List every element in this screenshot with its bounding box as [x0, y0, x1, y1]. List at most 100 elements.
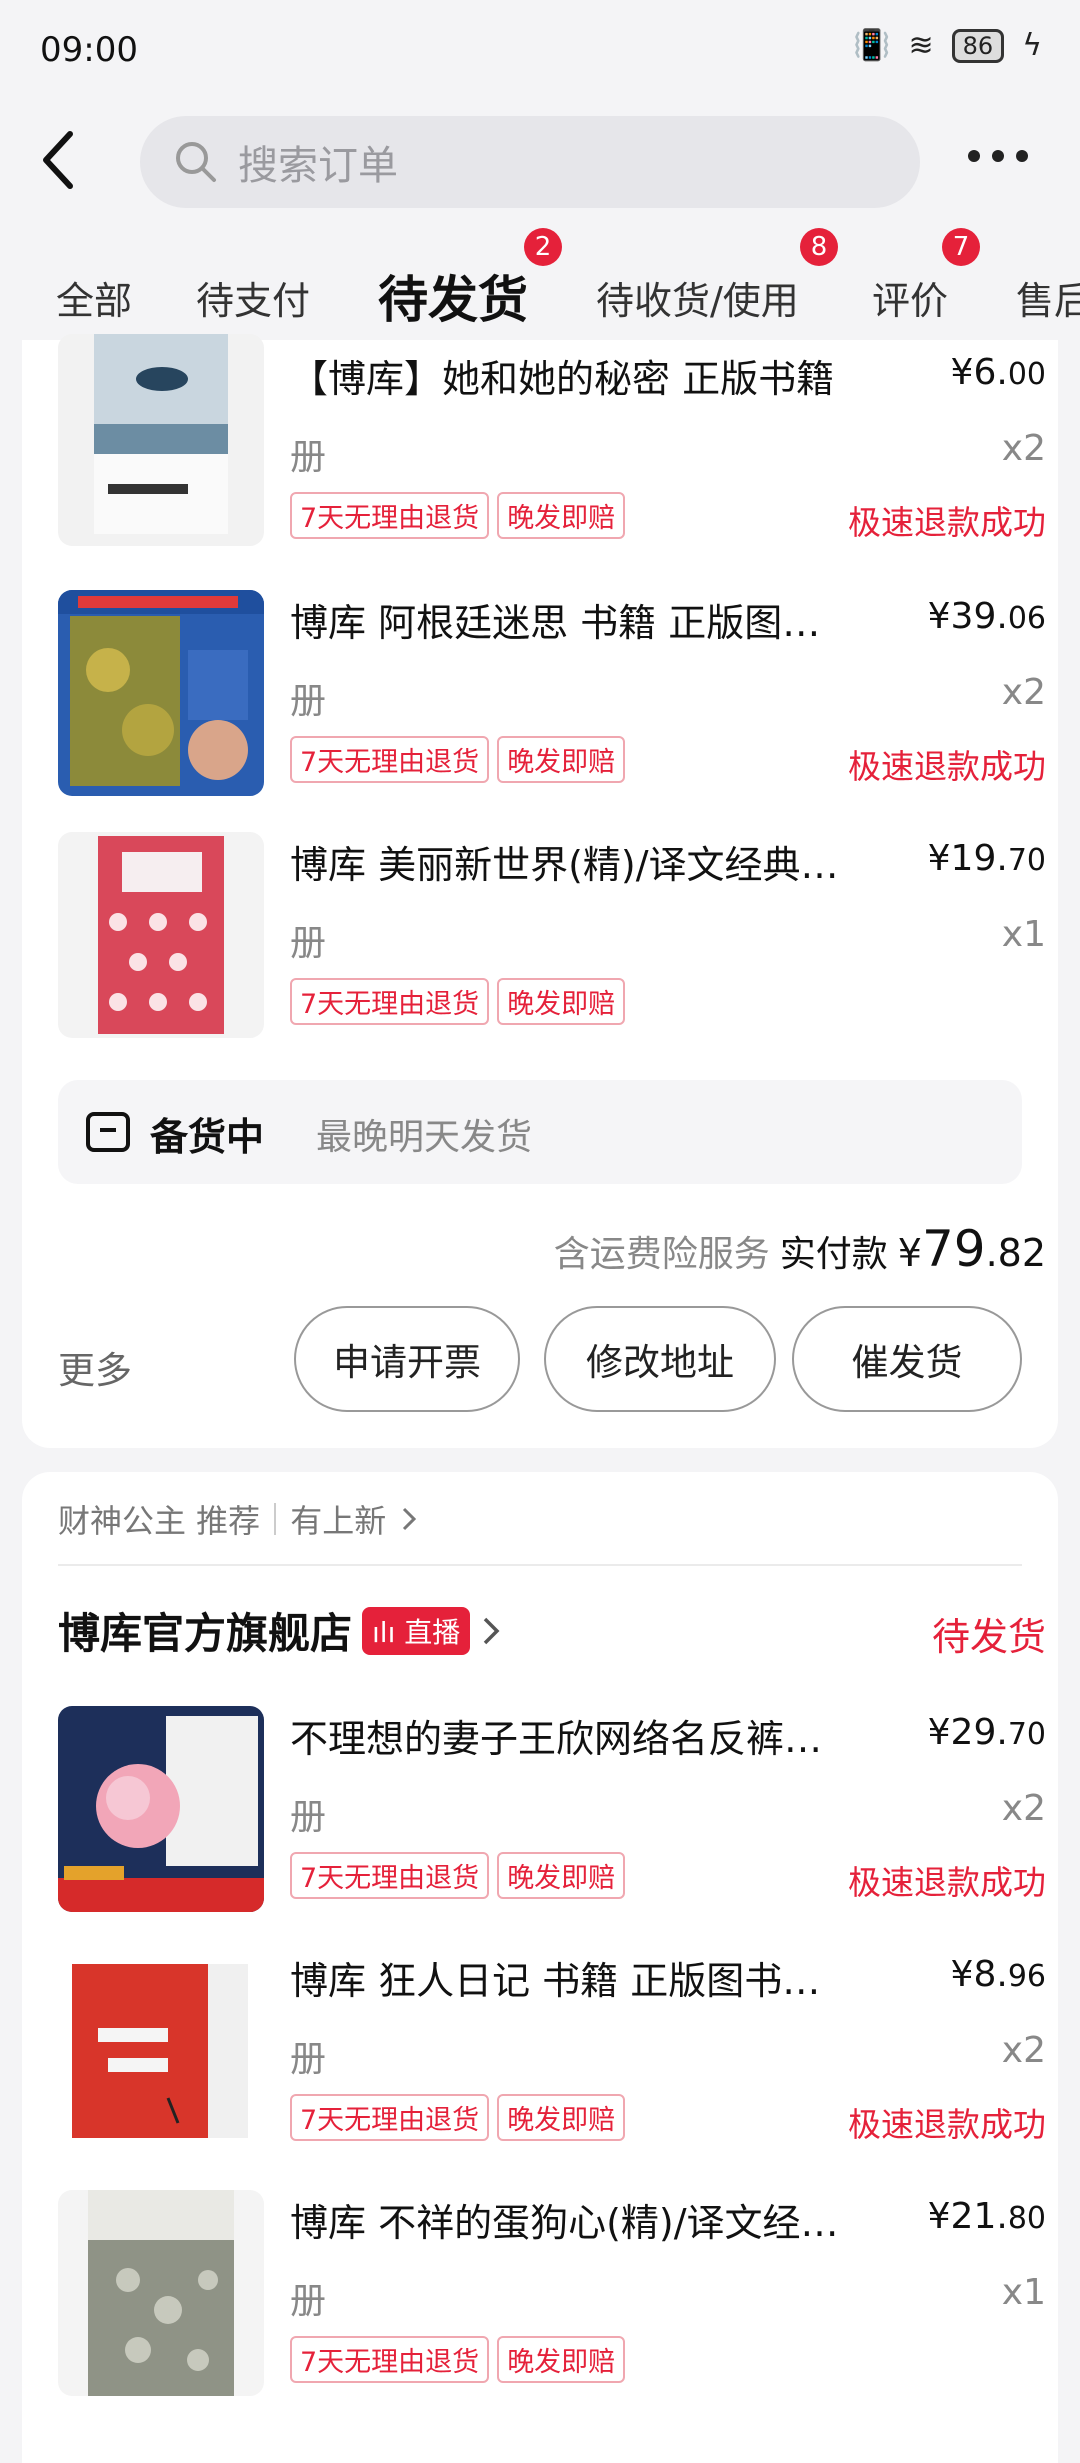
battery-icon: 86	[951, 28, 1005, 63]
recommender-label: 财神公主 推荐	[58, 1502, 261, 1540]
item-price: ¥39.06	[927, 596, 1046, 637]
separator	[274, 1503, 277, 1535]
item-title[interactable]: 博库 狂人日记 书籍 正版图书推…	[290, 1950, 850, 2005]
book-cover-image	[58, 832, 264, 1038]
item-title[interactable]: 博库 美丽新世界(精)/译文经典…	[290, 834, 850, 889]
package-icon	[86, 1112, 130, 1152]
search-icon	[176, 142, 216, 182]
order-item[interactable]: 博库 不祥的蛋狗心(精)/译文经… ¥21.80 册 x1 7天无理由退货 晚发…	[22, 2184, 1058, 2414]
return-policy-tag: 7天无理由退货	[290, 978, 490, 1025]
item-title[interactable]: 【博库】她和她的秘密 正版书籍	[290, 348, 850, 403]
item-quantity: x1	[1001, 914, 1046, 955]
book-cover-image	[58, 1706, 264, 1912]
order-item[interactable]: 不理想的妻子王欣网络名反裤… ¥29.70 册 x2 7天无理由退货 晚发即赔 …	[22, 1700, 1058, 1930]
late-compensation-tag: 晚发即赔	[497, 978, 626, 1025]
shop-header[interactable]: 博库官方旗舰店 ılı 直播	[58, 1600, 502, 1661]
book-cover-image	[58, 2190, 264, 2396]
new-arrivals-link[interactable]: 有上新	[290, 1496, 386, 1542]
book-cover-image	[58, 590, 264, 796]
shipping-status: 备货中	[150, 1115, 265, 1159]
book-cover-image	[58, 334, 264, 546]
shop-name[interactable]: 博库官方旗舰店	[58, 1600, 352, 1661]
item-title[interactable]: 博库 阿根廷迷思 书籍 正版图…	[290, 592, 850, 647]
order-status: 待发货	[931, 1615, 1046, 1659]
status-time: 09:00	[40, 30, 138, 70]
item-price: ¥29.70	[927, 1712, 1046, 1753]
order-item[interactable]: 博库 狂人日记 书籍 正版图书推… ¥8.96 册 x2 7天无理由退货 晚发即…	[22, 1942, 1058, 2172]
item-spec: 册	[290, 1797, 327, 1838]
late-compensation-tag: 晚发即赔	[497, 2094, 626, 2141]
shipping-notice[interactable]: 备货中 最晚明天发货	[58, 1080, 1022, 1184]
item-tags: 7天无理由退货 晚发即赔	[290, 492, 626, 539]
recommendation-bar[interactable]: 财神公主 推荐 有上新	[58, 1496, 418, 1542]
tab-pending-receipt[interactable]: 待收货/使用	[596, 270, 799, 325]
item-spec: 册	[290, 681, 327, 722]
tab-badge: 7	[942, 228, 980, 266]
urge-shipment-button[interactable]: 催发货	[792, 1306, 1022, 1412]
item-price: ¥21.80	[927, 2196, 1046, 2237]
item-spec: 册	[290, 2281, 327, 2322]
tab-after-sales[interactable]: 售后	[1016, 270, 1080, 325]
order-total: 含运费险服务 实付款 ¥79.82	[554, 1220, 1046, 1278]
tab-pending-payment[interactable]: 待支付	[196, 270, 310, 325]
item-price: ¥19.70	[927, 838, 1046, 879]
item-quantity: x2	[1001, 672, 1046, 713]
order-card[interactable]: 财神公主 推荐 有上新 博库官方旗舰店 ılı 直播 待发货 不理想的妻子王欣网…	[22, 1472, 1058, 2463]
late-compensation-tag: 晚发即赔	[497, 492, 626, 539]
late-compensation-tag: 晚发即赔	[497, 2336, 626, 2383]
tab-review[interactable]: 评价	[872, 270, 948, 325]
item-spec: 册	[290, 923, 327, 964]
chevron-right-icon	[403, 1507, 417, 1531]
more-options-button[interactable]	[968, 150, 1028, 162]
dot-icon	[1016, 150, 1028, 162]
shipping-hint: 最晚明天发货	[316, 1117, 533, 1158]
late-compensation-tag: 晚发即赔	[497, 736, 626, 783]
refund-status: 极速退款成功	[848, 503, 1046, 542]
item-quantity: x2	[1001, 2030, 1046, 2071]
tab-badge: 8	[800, 228, 838, 266]
refund-status: 极速退款成功	[848, 2105, 1046, 2144]
return-policy-tag: 7天无理由退货	[290, 1852, 490, 1899]
total-label: 实付款	[779, 1234, 888, 1275]
item-price: ¥8.96	[950, 1954, 1046, 1995]
tab-all[interactable]: 全部	[56, 270, 132, 325]
more-link[interactable]: 更多	[58, 1340, 132, 1394]
return-policy-tag: 7天无理由退货	[290, 492, 490, 539]
insurance-note: 含运费险服务	[553, 1234, 770, 1275]
divider	[58, 1564, 1022, 1566]
item-tags: 7天无理由退货 晚发即赔	[290, 978, 626, 1025]
dot-icon	[968, 150, 980, 162]
dot-icon	[992, 150, 1004, 162]
back-button[interactable]	[40, 128, 100, 192]
request-invoice-button[interactable]: 申请开票	[294, 1306, 520, 1412]
live-badge[interactable]: ılı 直播	[362, 1606, 471, 1655]
item-title[interactable]: 不理想的妻子王欣网络名反裤…	[290, 1708, 850, 1763]
refund-status: 极速退款成功	[848, 1863, 1046, 1902]
item-price: ¥6.00	[950, 352, 1046, 393]
modify-address-button[interactable]: 修改地址	[544, 1306, 776, 1412]
header: 搜索订单	[0, 100, 1080, 220]
book-cover-image	[58, 1948, 264, 2154]
item-quantity: x1	[1001, 2272, 1046, 2313]
item-tags: 7天无理由退货 晚发即赔	[290, 2336, 626, 2383]
refund-status: 极速退款成功	[848, 747, 1046, 786]
late-compensation-tag: 晚发即赔	[497, 1852, 626, 1899]
tab-pending-shipment[interactable]: 待发货	[378, 260, 528, 332]
item-tags: 7天无理由退货 晚发即赔	[290, 2094, 626, 2141]
chevron-right-icon	[484, 1617, 500, 1644]
total-amount: ¥79.82	[897, 1220, 1046, 1278]
order-card[interactable]: 【博库】她和她的秘密 正版书籍 ¥6.00 册 x2 7天无理由退货 晚发即赔 …	[22, 334, 1058, 1448]
item-tags: 7天无理由退货 晚发即赔	[290, 1852, 626, 1899]
vibrate-icon: 📳	[853, 28, 891, 63]
charging-icon: ϟ	[1022, 28, 1042, 63]
item-spec: 册	[290, 2039, 327, 2080]
search-input[interactable]: 搜索订单	[140, 116, 920, 208]
item-title[interactable]: 博库 不祥的蛋狗心(精)/译文经…	[290, 2192, 850, 2247]
tab-badge: 2	[524, 228, 562, 266]
order-item[interactable]: 【博库】她和她的秘密 正版书籍 ¥6.00 册 x2 7天无理由退货 晚发即赔 …	[22, 334, 1058, 570]
order-item[interactable]: 博库 阿根廷迷思 书籍 正版图… ¥39.06 册 x2 7天无理由退货 晚发即…	[22, 584, 1058, 814]
order-item[interactable]: 博库 美丽新世界(精)/译文经典… ¥19.70 册 x1 7天无理由退货 晚发…	[22, 826, 1058, 1056]
return-policy-tag: 7天无理由退货	[290, 2336, 490, 2383]
chevron-left-icon	[43, 131, 73, 189]
wifi-icon: ≋	[908, 28, 934, 63]
